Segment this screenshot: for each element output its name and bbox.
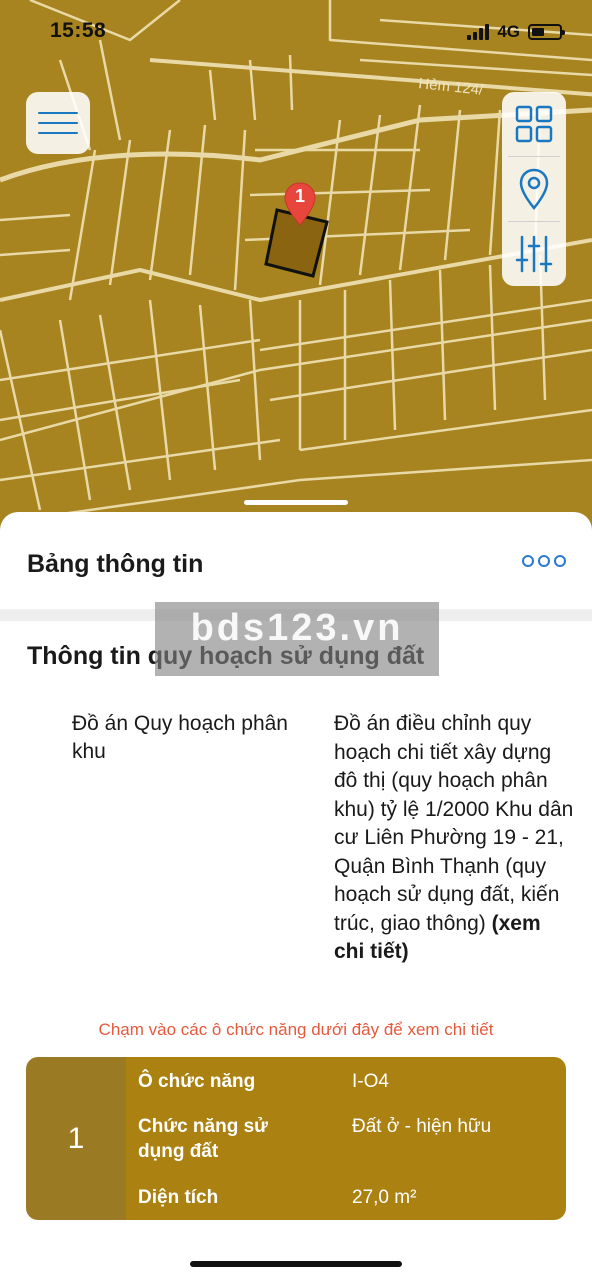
land-use-value: Đất ở - hiện hữu [352,1116,492,1137]
plan-label: Đồ án Quy hoạch phân khu [72,712,288,763]
status-bar: 15:58 4G [0,0,592,64]
sheet-title: Bảng thông tin [27,550,204,578]
location-pin-icon [519,168,549,210]
card-body: Ô chức năng I-O4 Chức năng sử dụng đất Đ… [126,1057,566,1220]
filter-button[interactable] [502,222,566,286]
status-time: 15:58 [50,19,107,42]
tap-hint: Chạm vào các ô chức năng dưới đây để xem… [98,1020,494,1039]
status-indicators: 4G [467,22,565,42]
plan-value: Đồ án điều chỉnh quy hoạch chi tiết xây … [334,710,574,967]
watermark: bds123.vn [155,602,439,676]
sliders-icon [515,235,553,273]
function-card[interactable]: 1 Ô chức năng I-O4 Chức năng sử dụng đất… [26,1057,566,1220]
land-use-label: Chức năng sử dụng đất [138,1116,268,1162]
network-type: 4G [497,22,520,41]
parcel-marker[interactable]: 1 [283,181,317,229]
area-label: Diện tích [138,1187,219,1208]
grid-layers-icon [515,105,553,143]
info-sheet: Bảng thông tin bds123.vn Thông tin quy h… [0,512,592,1280]
sheet-grabber[interactable] [244,500,348,505]
street-label: Hẻm 124/ [418,75,485,99]
menu-button[interactable] [26,92,90,154]
function-cell-value: I-O4 [352,1071,389,1092]
my-location-button[interactable] [502,157,566,221]
layers-button[interactable] [502,92,566,156]
signal-bars-icon [467,24,490,40]
home-indicator [190,1261,402,1267]
plan-description: Đồ án điều chỉnh quy hoạch chi tiết xây … [334,712,574,935]
marker-number: 1 [294,186,305,206]
function-cell-label: Ô chức năng [138,1071,256,1092]
card-index: 1 [26,1057,126,1220]
hamburger-menu-icon [38,112,78,114]
watermark-text: bds123.vn [190,607,404,649]
battery-icon [528,24,565,40]
map-tools-panel [502,92,566,286]
sheet-header: Bảng thông tin [0,512,592,608]
area-value: 27,0 m² [352,1187,417,1208]
more-dots-icon[interactable] [522,555,566,567]
